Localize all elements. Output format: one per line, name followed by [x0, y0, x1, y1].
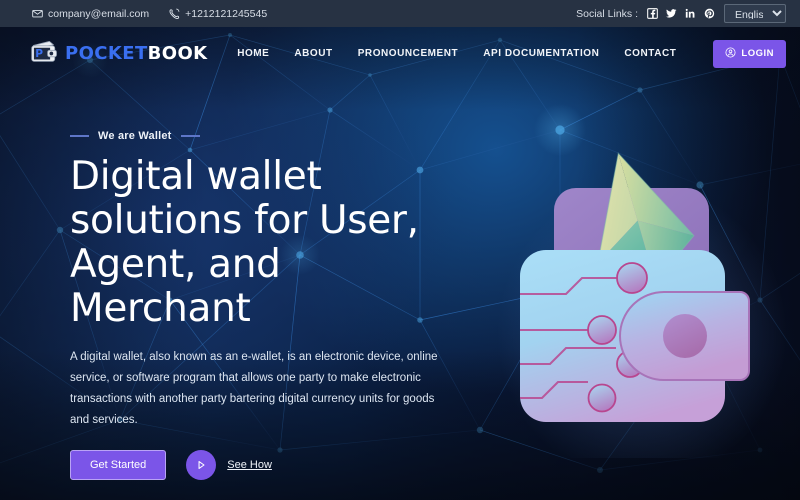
social-links-label: Social Links : [576, 7, 638, 20]
social-and-language-group: Social Links : English [576, 4, 786, 23]
nav-item-api-documentation[interactable]: API DOCUMENTATION [483, 48, 599, 59]
linkedin-icon[interactable] [685, 8, 696, 19]
hero-heading-line-2: solutions for User, [70, 198, 419, 244]
see-how-group[interactable]: See How [186, 450, 272, 481]
eyebrow-dash-right [180, 135, 200, 137]
social-links-group [647, 8, 715, 19]
twitter-icon[interactable] [666, 8, 677, 19]
brand-name-primary: POCKET [65, 43, 148, 64]
svg-text:P: P [35, 48, 43, 60]
brand-name-secondary: BOOK [147, 43, 208, 64]
envelope-icon [32, 8, 43, 19]
get-started-button[interactable]: Get Started [70, 450, 167, 481]
hero-eyebrow-text: We are Wallet [98, 130, 172, 142]
phone-contact[interactable]: +1212121245545 [169, 8, 267, 20]
nav-item-home[interactable]: HOME [237, 48, 269, 59]
hero-cta-group: Get Started See How [70, 450, 470, 481]
nav-item-contact[interactable]: CONTACT [624, 48, 676, 59]
digital-wallet-illustration [497, 152, 787, 458]
email-contact[interactable]: company@email.com [32, 8, 149, 20]
wallet-icon: P [30, 40, 60, 68]
hero-heading-line-3: Agent, and Merchant [70, 242, 281, 332]
phone-icon [169, 8, 180, 19]
nav-links-group: HOME ABOUT PRONOUNCEMENT API DOCUMENTATI… [237, 39, 786, 68]
pinterest-icon[interactable] [704, 8, 715, 19]
landing-page: company@email.com +1212121245545 Social … [0, 0, 800, 500]
email-text: company@email.com [48, 7, 150, 20]
eyebrow-dash-left [70, 135, 89, 137]
phone-text: +1212121245545 [185, 7, 268, 20]
brand-logo[interactable]: P POCKETBOOK [30, 40, 208, 68]
nav-item-pronouncement[interactable]: PRONOUNCEMENT [358, 48, 459, 59]
top-utility-bar: company@email.com +1212121245545 Social … [0, 0, 800, 27]
hero-eyebrow: We are Wallet [70, 130, 470, 142]
hero-paragraph: A digital wallet, also known as an e-wal… [70, 351, 438, 427]
main-navigation-bar: P POCKETBOOK HOME ABOUT PRONOUNCEMENT AP… [0, 27, 800, 80]
hero-heading-line-1: Digital wallet [70, 154, 322, 199]
nav-item-about[interactable]: ABOUT [294, 48, 332, 59]
see-how-label[interactable]: See How [227, 459, 272, 471]
hero-heading: Digital wallet solutions for User, Agent… [70, 154, 470, 332]
login-button[interactable]: LOGIN [713, 39, 786, 68]
play-icon[interactable] [186, 450, 217, 481]
login-button-label: LOGIN [741, 48, 774, 59]
contact-info-group: company@email.com +1212121245545 [32, 8, 267, 20]
facebook-icon[interactable] [647, 8, 658, 19]
user-circle-icon [725, 46, 736, 61]
hero-section: We are Wallet Digital wallet solutions f… [0, 80, 470, 481]
language-select[interactable]: English [724, 4, 786, 23]
